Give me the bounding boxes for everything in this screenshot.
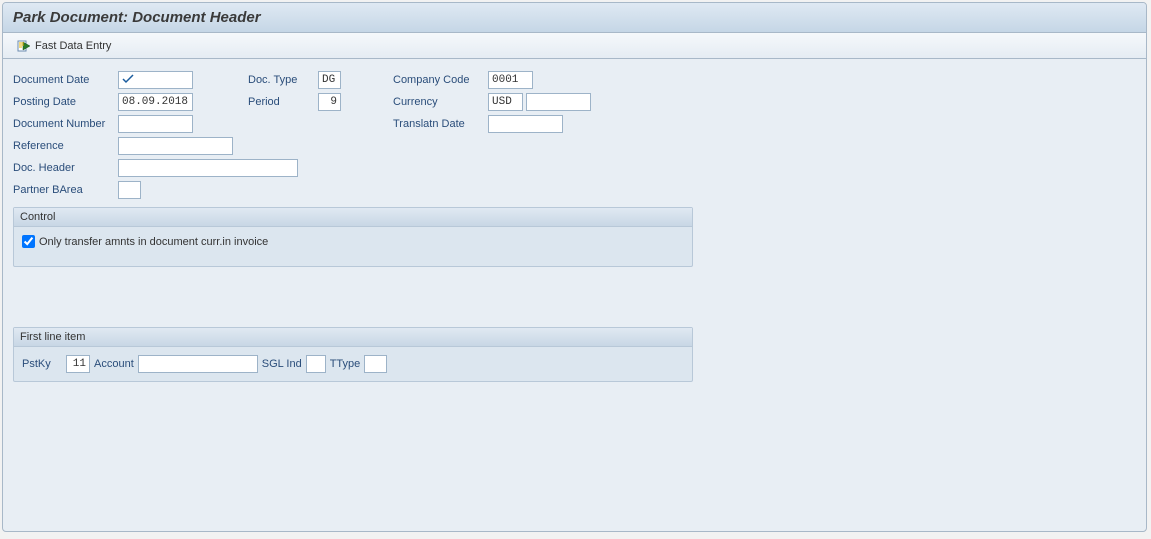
sgl-ind-label: SGL Ind bbox=[262, 358, 302, 370]
document-date-input[interactable] bbox=[118, 71, 193, 89]
posting-date-label: Posting Date bbox=[13, 96, 118, 108]
page-title: Park Document: Document Header bbox=[13, 9, 261, 26]
period-input[interactable] bbox=[318, 93, 341, 111]
partner-barea-label: Partner BArea bbox=[13, 184, 118, 196]
account-label: Account bbox=[94, 358, 134, 370]
control-group: Control Only transfer amnts in document … bbox=[13, 207, 693, 267]
first-line-item-group: First line item PstKy Account SGL Ind TT… bbox=[13, 327, 693, 382]
fast-data-entry-button[interactable]: Fast Data Entry bbox=[13, 37, 115, 55]
period-label: Period bbox=[248, 96, 318, 108]
currency-extra-input[interactable] bbox=[526, 93, 591, 111]
doc-type-input[interactable] bbox=[318, 71, 341, 89]
pstky-label: PstKy bbox=[22, 358, 62, 370]
reference-label: Reference bbox=[13, 140, 118, 152]
reference-input[interactable] bbox=[118, 137, 233, 155]
document-number-input[interactable] bbox=[118, 115, 193, 133]
currency-input[interactable] bbox=[488, 93, 523, 111]
fast-entry-icon bbox=[17, 39, 31, 53]
ttype-input[interactable] bbox=[364, 355, 387, 373]
transfer-amounts-checkbox[interactable] bbox=[22, 235, 35, 248]
first-line-item-title: First line item bbox=[14, 328, 692, 347]
transfer-amounts-row[interactable]: Only transfer amnts in document curr.in … bbox=[22, 235, 684, 248]
sgl-ind-input[interactable] bbox=[306, 355, 326, 373]
doc-type-label: Doc. Type bbox=[248, 74, 318, 86]
partner-barea-input[interactable] bbox=[118, 181, 141, 199]
app-window: Park Document: Document Header Fast Data… bbox=[2, 2, 1147, 532]
translation-date-input[interactable] bbox=[488, 115, 563, 133]
toolbar: Fast Data Entry bbox=[3, 33, 1146, 59]
form-area: Document Date Doc. Type Company Code Pos… bbox=[3, 59, 1146, 390]
ttype-label: TType bbox=[330, 358, 361, 370]
posting-date-input[interactable] bbox=[118, 93, 193, 111]
doc-header-input[interactable] bbox=[118, 159, 298, 177]
pstky-input[interactable] bbox=[66, 355, 90, 373]
account-input[interactable] bbox=[138, 355, 258, 373]
doc-header-label: Doc. Header bbox=[13, 162, 118, 174]
document-number-label: Document Number bbox=[13, 118, 118, 130]
title-bar: Park Document: Document Header bbox=[3, 3, 1146, 33]
control-group-title: Control bbox=[14, 208, 692, 227]
fast-entry-label: Fast Data Entry bbox=[35, 40, 111, 52]
document-date-label: Document Date bbox=[13, 74, 118, 86]
company-code-label: Company Code bbox=[393, 74, 488, 86]
translation-date-label: Translatn Date bbox=[393, 118, 488, 130]
transfer-amounts-label: Only transfer amnts in document curr.in … bbox=[39, 236, 268, 248]
company-code-input[interactable] bbox=[488, 71, 533, 89]
currency-label: Currency bbox=[393, 96, 488, 108]
